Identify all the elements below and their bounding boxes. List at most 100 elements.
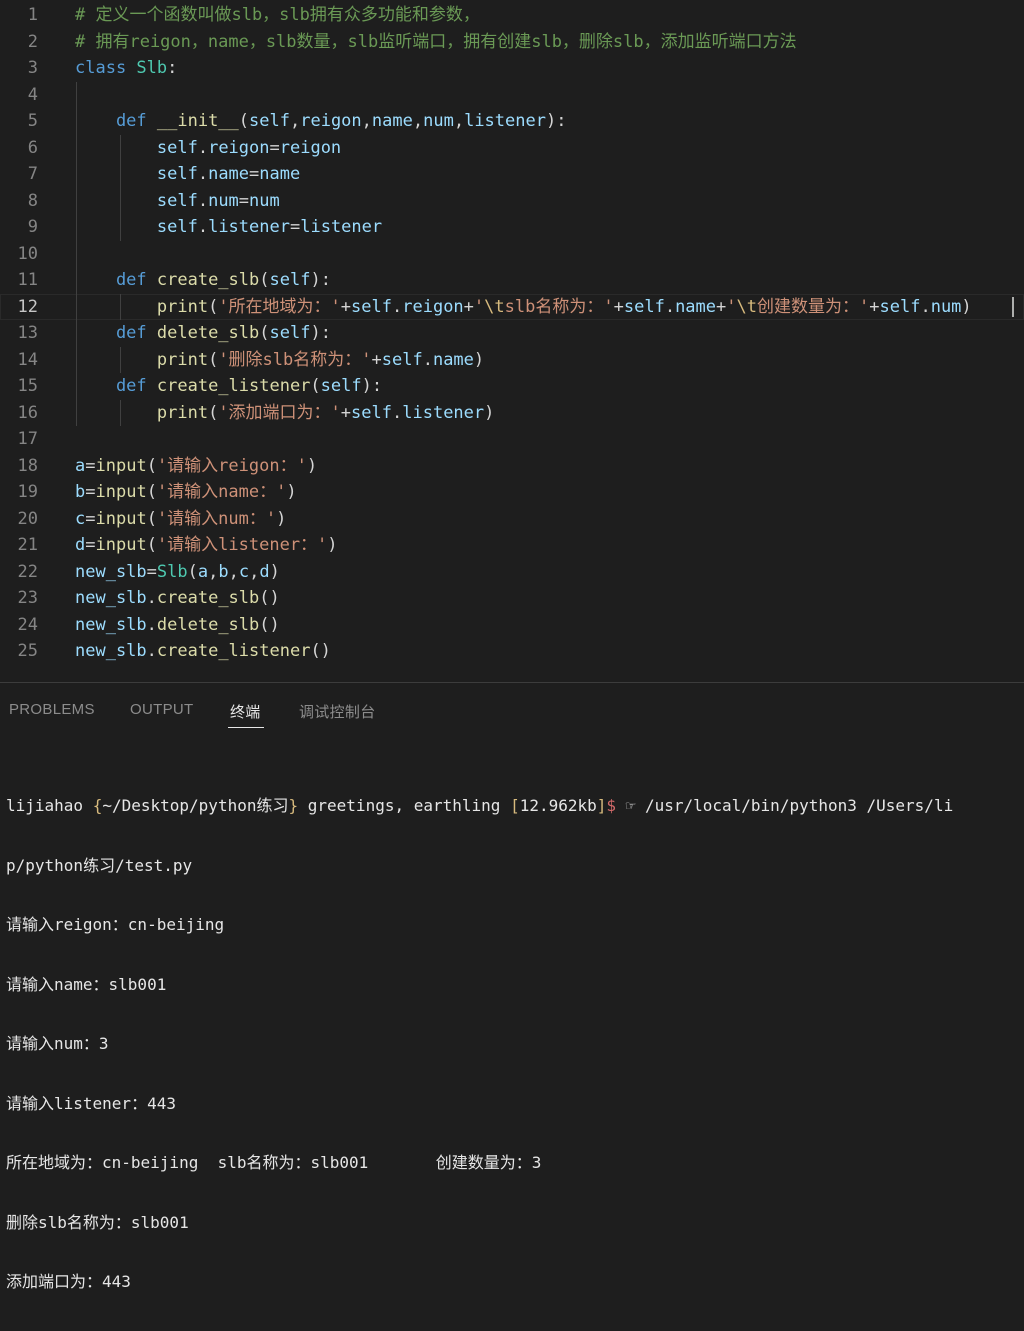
- code-line[interactable]: 5 def __init__(self,reigon,name,num,list…: [0, 108, 1024, 135]
- code-token: def: [75, 376, 157, 396]
- code-line[interactable]: 16 print('添加端口为：'+self.listener): [0, 400, 1024, 427]
- code-line[interactable]: 1 # 定义一个函数叫做slb，slb拥有众多功能和参数，: [0, 2, 1024, 29]
- code-token: ,: [412, 111, 424, 131]
- line-number: 6: [27, 137, 38, 158]
- code-line[interactable]: 11 def create_slb(self):: [0, 267, 1024, 294]
- code-line[interactable]: 25 new_slb.create_listener(): [0, 638, 1024, 665]
- code-line[interactable]: 20 c=input('请输入num：'): [0, 506, 1024, 533]
- code-line[interactable]: 19 b=input('请输入name：'): [0, 479, 1024, 506]
- tab-terminal[interactable]: 终端: [230, 701, 261, 722]
- code-text: print('添加端口为：'+self.listener): [75, 400, 495, 427]
- code-token: (: [259, 270, 270, 290]
- code-token: .: [422, 349, 433, 370]
- code-token: create_listener: [156, 641, 311, 661]
- code-token: +: [340, 296, 352, 317]
- code-line[interactable]: 2 # 拥有reigon，name，slb数量，slb监听端口，拥有创建slb，删…: [0, 29, 1024, 56]
- code-token: +: [869, 296, 880, 317]
- code-token: reigon: [300, 111, 362, 131]
- vscode-window: 1 # 定义一个函数叫做slb，slb拥有众多功能和参数， 2 # 拥有reigon，…: [0, 0, 1024, 1291]
- tab-debug-console[interactable]: 调试控制台: [299, 701, 376, 722]
- code-line[interactable]: 24 new_slb.delete_slb(): [0, 612, 1024, 639]
- code-text: d=input('请输入listener：'): [75, 532, 338, 559]
- code-token: .: [392, 402, 403, 423]
- terminal[interactable]: lijiahao {~/Desktop/python练习} greetings,…: [6, 757, 1024, 1331]
- indent-guide: [120, 346, 121, 373]
- code-editor[interactable]: 1 # 定义一个函数叫做slb，slb拥有众多功能和参数， 2 # 拥有reigon，…: [0, 0, 1024, 682]
- terminal-output-line: 删除slb名称为：slb001: [6, 1212, 189, 1232]
- code-token: num: [249, 190, 280, 211]
- code-token: num: [930, 296, 962, 317]
- code-token: self: [249, 111, 290, 131]
- code-token: self: [75, 164, 198, 184]
- prompt-path-open: {: [92, 796, 103, 815]
- code-token: =: [146, 561, 157, 582]
- code-token: name: [675, 296, 717, 317]
- code-line[interactable]: 4: [0, 82, 1024, 109]
- code-line[interactable]: 8 self.num=num: [0, 188, 1024, 215]
- code-token: ):: [310, 270, 331, 290]
- line-number: 18: [17, 455, 38, 476]
- code-token: input: [95, 535, 147, 555]
- code-token: (: [208, 402, 219, 423]
- code-token: =: [269, 137, 280, 158]
- code-token: 创建数量为：': [757, 296, 870, 317]
- prompt-size-close: ]: [596, 796, 607, 815]
- tab-problems[interactable]: PROBLEMS: [9, 701, 95, 718]
- code-token: d: [259, 561, 270, 582]
- code-token: =: [85, 508, 96, 529]
- code-token: (: [208, 349, 219, 370]
- code-token: reigon: [208, 137, 270, 158]
- code-token: .: [146, 614, 157, 635]
- code-token: input: [95, 482, 147, 502]
- prompt-size-open: [: [510, 796, 520, 815]
- code-line[interactable]: 14 print('删除slb名称为：'+self.name): [0, 347, 1024, 374]
- code-token: d: [75, 535, 86, 555]
- code-line[interactable]: 21 d=input('请输入listener：'): [0, 532, 1024, 559]
- code-text: print('所在地域为：'+self.reigon+'\tslb名称为：'+s…: [75, 294, 972, 321]
- code-line[interactable]: 6 self.reigon=reigon: [0, 135, 1024, 162]
- code-token: ): [484, 402, 495, 423]
- code-line[interactable]: 15 def create_listener(self):: [0, 373, 1024, 400]
- code-line[interactable]: 13 def delete_slb(self):: [0, 320, 1024, 347]
- terminal-output-line: 请输入name：slb001: [6, 974, 167, 994]
- code-token: ): [286, 482, 297, 502]
- code-text: a=input('请输入reigon：'): [75, 453, 317, 480]
- code-token: reigon: [402, 296, 464, 317]
- code-token: ): [306, 455, 318, 476]
- code-token: create_slb: [156, 270, 260, 290]
- code-token: (: [146, 482, 157, 502]
- code-token: self: [351, 296, 392, 317]
- code-token: listener: [300, 217, 383, 237]
- code-token: ): [327, 535, 338, 555]
- code-line[interactable]: 17: [0, 426, 1024, 453]
- code-token: .: [392, 296, 403, 317]
- code-text: def create_slb(self):: [75, 267, 331, 294]
- code-text: new_slb=Slb(a,b,c,d): [75, 559, 280, 586]
- line-number: 25: [17, 641, 38, 661]
- code-token: ,: [289, 111, 301, 131]
- tab-output[interactable]: OUTPUT: [130, 701, 193, 718]
- code-token: +: [613, 296, 624, 317]
- code-line[interactable]: 7 self.name=name: [0, 161, 1024, 188]
- code-token: slb名称为：': [504, 296, 614, 317]
- terminal-output-line: 所在地域为：cn-beijing slb名称为：slb001 创建数量为：3: [6, 1153, 542, 1172]
- code-line[interactable]: 22 new_slb=Slb(a,b,c,d): [0, 559, 1024, 586]
- line-number: 8: [27, 190, 38, 211]
- code-line[interactable]: 10: [0, 241, 1024, 268]
- code-token: ): [276, 508, 287, 529]
- code-line[interactable]: 9 self.listener=listener: [0, 214, 1024, 241]
- code-token: new_slb: [75, 614, 147, 635]
- code-token: ): [269, 561, 280, 582]
- code-line[interactable]: 18 a=input('请输入reigon：'): [0, 453, 1024, 480]
- code-line[interactable]: 12 print('所在地域为：'+self.reigon+'\tslb名称为：…: [0, 293, 1024, 321]
- code-text: self.reigon=reigon: [75, 135, 341, 162]
- line-number: 24: [17, 614, 38, 635]
- line-number: 12: [17, 296, 38, 317]
- line-number: 13: [17, 323, 38, 343]
- code-text: new_slb.create_listener(): [75, 638, 331, 665]
- code-token: ):: [545, 111, 567, 131]
- code-line[interactable]: 23 new_slb.create_slb(): [0, 585, 1024, 612]
- indent-guide: [120, 399, 121, 426]
- code-line[interactable]: 3 class Slb:: [0, 55, 1024, 82]
- code-token: self: [320, 376, 362, 396]
